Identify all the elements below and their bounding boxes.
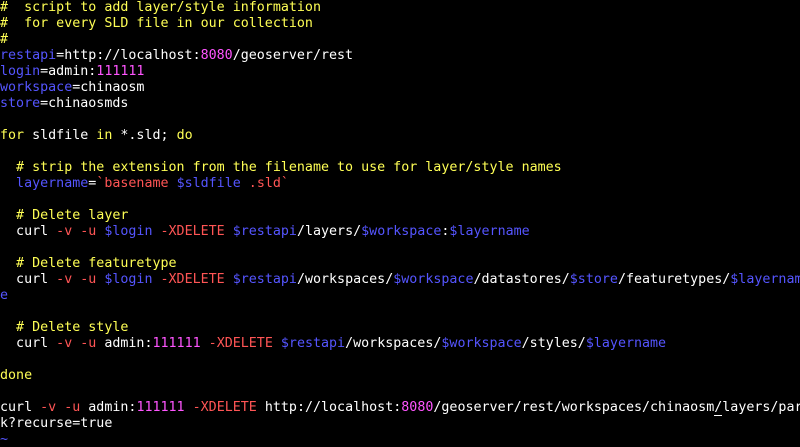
code-token-variable: $login <box>104 224 153 239</box>
code-token-variable: workspace <box>0 80 73 95</box>
code-token-option: -v -u <box>56 272 105 287</box>
code-token-number: 8080 <box>200 48 233 63</box>
code-line[interactable] <box>0 304 800 320</box>
empty-buffer-marker: ~ <box>0 432 9 447</box>
code-token-default: sldfile <box>24 128 97 143</box>
code-token-comment: # Delete featuretype <box>0 256 177 271</box>
code-token-default: k?recurse <box>0 416 73 431</box>
code-line[interactable]: # <box>0 32 800 48</box>
code-line[interactable]: # Delete layer <box>0 208 800 224</box>
code-token-variable: $restapi <box>232 272 297 287</box>
code-token-default: /datastores/ <box>473 272 570 287</box>
code-token-comment: # <box>0 32 9 47</box>
code-token-default: true <box>80 416 113 431</box>
code-token-option: -XDELETE <box>184 400 265 415</box>
code-line[interactable]: restapi=http://localhost:8080/geoserver/… <box>0 48 800 64</box>
code-token-option: -XDELETE <box>200 336 281 351</box>
code-token-variable: $layername <box>449 224 530 239</box>
code-token-variable: $workspace <box>393 272 474 287</box>
code-token-default: curl <box>0 224 57 239</box>
code-line[interactable]: curl -v -u admin:111111 -XDELETE http://… <box>0 400 800 416</box>
code-token-option: -XDELETE <box>152 272 233 287</box>
code-token-option: -v -u <box>40 400 89 415</box>
code-token-default: /geoserver/rest/workspaces/chinaosm <box>433 400 715 415</box>
code-token-comment: # script to add layer/style information <box>0 0 321 15</box>
code-token-number: 8080 <box>401 400 434 415</box>
code-line[interactable]: layername=`basename $sldfile .sld` <box>0 176 800 192</box>
code-line[interactable]: e <box>0 288 800 304</box>
code-token-number: 111111 <box>152 336 201 351</box>
code-token-variable: login <box>0 64 41 79</box>
terminal-window[interactable]: # script to add layer/style information #… <box>0 0 800 447</box>
code-line[interactable]: # script to add layer/style information <box>0 0 800 16</box>
code-line[interactable] <box>0 144 800 160</box>
code-token-variable: $workspace <box>441 336 522 351</box>
code-token-default: =chinaosmds <box>40 96 129 111</box>
code-line[interactable]: # Delete featuretype <box>0 256 800 272</box>
code-line[interactable] <box>0 384 800 400</box>
code-token-variable: $restapi <box>280 336 346 351</box>
code-token-default: *.sld; <box>112 128 177 143</box>
code-token-comment: # Delete layer <box>0 208 129 223</box>
code-token-default: =admin: <box>40 64 97 79</box>
code-token-number: 111111 <box>136 400 185 415</box>
code-line[interactable]: curl -v -u admin:111111 -XDELETE $restap… <box>0 336 800 352</box>
code-token-default: =chinaosm <box>72 80 145 95</box>
code-token-keyword: for <box>0 128 25 143</box>
code-token-variable: $store <box>569 272 618 287</box>
code-token-option: -v -u <box>56 224 105 239</box>
code-token-variable: layername <box>0 176 89 191</box>
code-token-default: layers/par <box>722 400 800 415</box>
code-token-option: -v -u <box>56 336 105 351</box>
code-token-default: /layers/ <box>296 224 362 239</box>
code-line[interactable]: k?recurse=true <box>0 416 800 432</box>
code-token-option: `basename <box>96 176 177 191</box>
code-line[interactable]: done <box>0 368 800 384</box>
code-token-default: /workspaces/ <box>345 336 442 351</box>
code-token-variable: $workspace <box>361 224 442 239</box>
code-token-variable: e <box>0 288 9 303</box>
code-line[interactable]: for sldfile in *.sld; do <box>0 128 800 144</box>
code-token-variable: store <box>0 96 41 111</box>
code-line[interactable] <box>0 352 800 368</box>
code-line[interactable]: # for every SLD file in our collection <box>0 16 800 32</box>
code-token-default: /featuretypes/ <box>617 272 731 287</box>
code-token-default: curl <box>0 400 41 415</box>
code-token-variable: $layernam <box>730 272 800 287</box>
code-line[interactable]: # strip the extension from the filename … <box>0 160 800 176</box>
code-token-keyword: done <box>0 368 33 383</box>
code-token-default: admin: <box>104 336 153 351</box>
code-token-keyword: do <box>176 128 193 143</box>
code-token-comment: # strip the extension from the filename … <box>0 160 562 175</box>
code-line[interactable] <box>0 192 800 208</box>
code-token-variable: $restapi <box>232 224 297 239</box>
code-token-variable: $layername <box>585 336 667 351</box>
code-token-variable: $sldfile <box>176 176 241 191</box>
code-line[interactable]: curl -v -u $login -XDELETE $restapi/work… <box>0 272 800 288</box>
code-line[interactable] <box>0 112 800 128</box>
code-token-option: -XDELETE <box>152 224 233 239</box>
code-token-default: /geoserver/rest <box>232 48 354 63</box>
code-line[interactable]: curl -v -u $login -XDELETE $restapi/laye… <box>0 224 800 240</box>
code-token-default: /styles/ <box>521 336 586 351</box>
code-line[interactable]: login=admin:111111 <box>0 64 800 80</box>
code-token-variable: $login <box>104 272 153 287</box>
code-token-comment: # Delete style <box>0 320 129 335</box>
code-token-default: http://localhost: <box>264 400 402 415</box>
code-token-default: /workspaces/ <box>296 272 394 287</box>
code-token-keyword: in <box>96 128 113 143</box>
code-token-variable: restapi <box>0 48 57 63</box>
code-token-default: curl <box>0 272 57 287</box>
code-token-default: curl <box>0 336 57 351</box>
code-line[interactable] <box>0 240 800 256</box>
code-token-default: =http://localhost: <box>56 48 201 63</box>
code-token-default: admin: <box>88 400 137 415</box>
code-token-option: .sld` <box>240 176 289 191</box>
code-token-comment: # for every SLD file in our collection <box>0 16 313 31</box>
code-line[interactable]: workspace=chinaosm <box>0 80 800 96</box>
code-token-number: 111111 <box>96 64 145 79</box>
code-line[interactable]: # Delete style <box>0 320 800 336</box>
code-line[interactable]: store=chinaosmds <box>0 96 800 112</box>
